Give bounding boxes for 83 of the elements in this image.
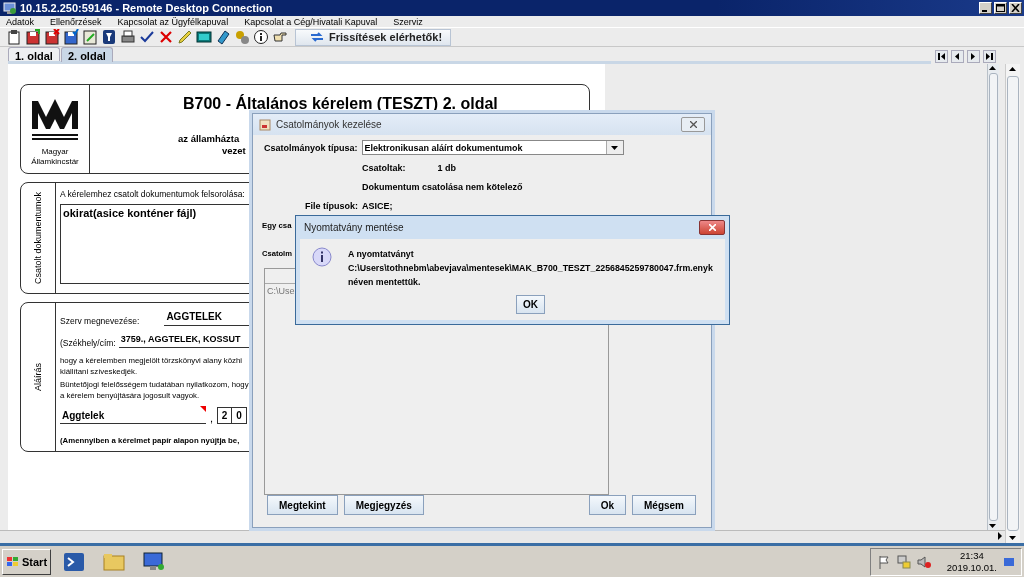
close-icon [708, 224, 716, 231]
remote-desktop-icon [3, 1, 17, 15]
form-subtitle: vezet [222, 145, 246, 157]
dialog-title: Nyomtatvány mentése [304, 222, 405, 233]
update-button[interactable]: Frissítések elérhetők! [295, 28, 452, 46]
previous-page-icon [954, 53, 961, 60]
field-label: A kérelemhez csatolt dokumentumok felsorolása: [60, 189, 245, 199]
scrollbar[interactable] [0, 530, 1005, 543]
menu-item[interactable]: Adatok [6, 16, 35, 27]
maximize-icon[interactable] [994, 2, 1007, 14]
pencil-icon[interactable] [177, 29, 193, 45]
close-button[interactable] [681, 117, 705, 132]
form-title: B700 - Általános kérelem (TESZT) 2. oldal [183, 95, 498, 113]
first-page-icon [938, 53, 945, 60]
date-digit-field[interactable]: 0 [232, 407, 248, 424]
info-icon [312, 247, 332, 267]
dropdown-arrow-icon [611, 145, 619, 150]
form-subtitle: az államházta [178, 133, 240, 145]
terminal-icon [63, 550, 86, 573]
funnel-icon[interactable] [101, 29, 117, 45]
count-text: 1 db [437, 162, 457, 173]
menu-item[interactable]: Szerviz [393, 16, 423, 27]
last-page-button[interactable] [983, 50, 996, 63]
message-text: néven mentettük. [348, 276, 422, 289]
close-icon [689, 121, 697, 128]
view-button[interactable]: Megtekint [267, 495, 338, 515]
dropdown[interactable]: Elektronikusan aláírt dokumentumok [361, 140, 624, 155]
windows-logo-icon [6, 555, 20, 568]
first-page-button[interactable] [935, 50, 948, 63]
printer-icon[interactable] [120, 29, 136, 45]
previous-page-button[interactable] [951, 50, 964, 63]
floppy-cross-icon[interactable] [44, 29, 60, 45]
menu-item[interactable]: Kapcsolat az Ügyfélkapuval [117, 16, 229, 27]
list-item: okirat(asice konténer fájl) [63, 207, 197, 219]
list-item[interactable]: C:\Use [267, 286, 295, 296]
date-digit-field[interactable]: 2 [217, 407, 233, 424]
monitor-icon[interactable] [196, 29, 212, 45]
field-label: Csatoltak: [362, 162, 406, 173]
field-label: Csatolmányok típusa: [264, 142, 358, 153]
message-text: A nyomtatványt [348, 248, 415, 261]
file-types-text: ASICE; [362, 200, 393, 211]
checkmark-icon[interactable] [139, 29, 155, 45]
logo-text: Államkincstár [31, 157, 79, 167]
scrollbar[interactable] [1005, 64, 1020, 543]
last-page-icon [986, 53, 993, 60]
dropdown-value: Elektronikusan aláírt dokumentumok [364, 142, 523, 153]
menu-item[interactable]: Kapcsolat a Cég/Hivatali Kapuval [244, 16, 378, 27]
page-tab[interactable]: 2. oldal [60, 47, 113, 62]
separator-text: , [210, 412, 214, 424]
start-button[interactable]: Start [2, 548, 52, 575]
clipboard-icon[interactable] [6, 29, 22, 45]
next-page-button[interactable] [967, 50, 980, 63]
clock-date: 2019.10.01. [946, 561, 997, 574]
dialog-title: Csatolmányok kezelése [276, 119, 383, 130]
info-icon[interactable] [253, 29, 269, 45]
page-tab[interactable]: 1. oldal [8, 47, 60, 61]
speaker-muted-icon[interactable] [916, 554, 931, 569]
section-label: Aláírás [33, 363, 43, 391]
next-page-icon [970, 53, 977, 60]
monitor-icon [143, 550, 166, 573]
field-label: (Székhely/cím: [60, 338, 116, 348]
info-text: Dokumentum csatolása nem kötelező [362, 181, 523, 192]
note-button[interactable]: Megjegyzés [343, 495, 424, 515]
floppy-check-icon[interactable] [63, 29, 79, 45]
close-icon[interactable] [1009, 2, 1022, 14]
menu-item[interactable]: Ellenőrzések [50, 16, 102, 27]
field-label: Szerv megnevezése: [60, 316, 140, 326]
flag-icon[interactable] [876, 554, 891, 569]
ok-button[interactable]: Ok [588, 495, 626, 515]
sync-icon [310, 32, 324, 42]
clock-time: 21:34 [960, 549, 984, 562]
ok-button[interactable]: OK [515, 295, 545, 314]
scrollbar[interactable] [987, 64, 999, 530]
cross-icon[interactable] [158, 29, 174, 45]
logo-text: Magyar [41, 147, 69, 156]
section-label: Csatolt dokumentumok [33, 191, 43, 284]
minimize-icon[interactable] [979, 2, 992, 14]
scroll-right-icon [995, 531, 1005, 541]
close-button[interactable] [699, 220, 725, 235]
field-label: File típusok: [305, 200, 358, 211]
window-title: 10.15.2.250:59146 - Remote Desktop Connection [20, 2, 274, 14]
text-field[interactable]: Aggtelek [60, 407, 206, 424]
cancel-button[interactable]: Mégsem [632, 495, 696, 515]
